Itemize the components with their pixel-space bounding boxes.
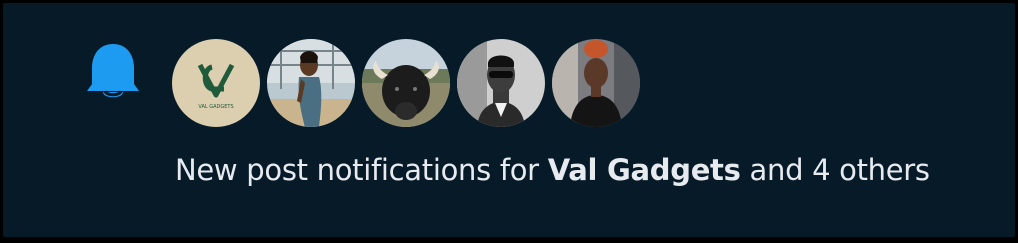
logo-text: VAL GADGETS bbox=[198, 104, 233, 110]
message-suffix: and 4 others bbox=[740, 153, 931, 187]
user-avatar-3[interactable] bbox=[362, 39, 450, 127]
account-name-link[interactable]: Val Gadgets bbox=[548, 153, 741, 187]
avatar-stack: VAL GADGETS bbox=[172, 38, 647, 128]
bell-icon bbox=[83, 41, 143, 103]
user-avatar-2[interactable] bbox=[267, 39, 355, 127]
val-gadgets-logo-avatar[interactable]: VAL GADGETS bbox=[172, 39, 260, 127]
notification-card[interactable]: VAL GADGETS New post notifications for V… bbox=[3, 3, 1015, 237]
notification-message: New post notifications for Val Gadgets a… bbox=[175, 153, 930, 187]
message-prefix: New post notifications for bbox=[175, 153, 548, 187]
user-avatar-4[interactable] bbox=[457, 39, 545, 127]
user-avatar-5[interactable] bbox=[552, 39, 640, 127]
